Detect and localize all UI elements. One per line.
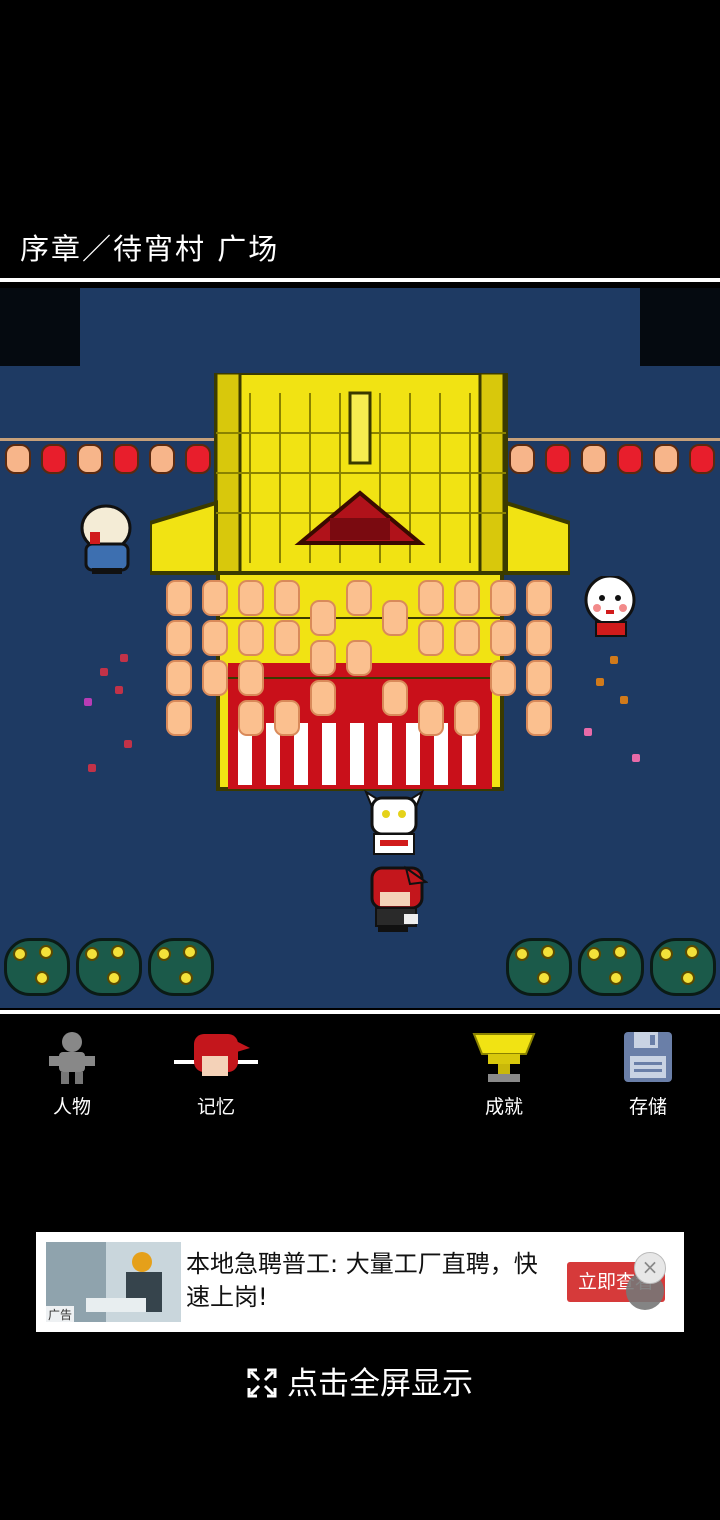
red-hair-portrait-icon bbox=[174, 1034, 258, 1076]
paper-lantern bbox=[526, 700, 552, 736]
lantern bbox=[41, 444, 67, 474]
fullscreen-button[interactable]: 点击全屏显示 bbox=[0, 1358, 720, 1403]
menu-save-label: 存储 bbox=[628, 1096, 667, 1118]
paper-lantern bbox=[526, 580, 552, 616]
flower bbox=[632, 754, 640, 762]
npc-old-man[interactable] bbox=[76, 504, 136, 576]
lantern bbox=[617, 444, 643, 474]
menu-characters-label: 人物 bbox=[52, 1096, 91, 1118]
paper-lantern bbox=[490, 660, 516, 696]
ad-banner[interactable]: 广告 本地急聘普工: 大量工厂直聘，快速上岗! 立即查看 × bbox=[36, 1232, 684, 1332]
paper-lantern bbox=[166, 620, 192, 656]
paper-lantern bbox=[418, 700, 444, 736]
paper-lantern bbox=[166, 660, 192, 696]
paper-lantern bbox=[382, 600, 408, 636]
fullscreen-label: 点击全屏显示 bbox=[287, 1366, 473, 1402]
paper-lantern bbox=[202, 580, 228, 616]
paper-lantern bbox=[238, 620, 264, 656]
paper-lantern bbox=[310, 680, 336, 716]
shrub bbox=[650, 938, 716, 996]
person-icon bbox=[49, 1032, 95, 1084]
paper-lantern bbox=[526, 620, 552, 656]
game-map[interactable] bbox=[0, 288, 720, 1008]
paper-lantern bbox=[202, 620, 228, 656]
paper-lantern bbox=[526, 660, 552, 696]
ad-tag: 广告 bbox=[46, 1306, 75, 1323]
lantern bbox=[653, 444, 679, 474]
tree-top-right bbox=[640, 288, 720, 366]
npc-fox-mask-girl[interactable] bbox=[360, 789, 428, 862]
menu-memories-button[interactable]: 记忆 bbox=[161, 1030, 271, 1119]
paper-lantern bbox=[274, 620, 300, 656]
flower bbox=[84, 698, 92, 706]
paper-lantern bbox=[166, 580, 192, 616]
paper-lantern bbox=[490, 580, 516, 616]
npc-masked-child[interactable] bbox=[580, 574, 640, 646]
tree-top-left bbox=[0, 288, 80, 366]
menu-achievements-label: 成就 bbox=[484, 1096, 523, 1118]
top-divider bbox=[0, 278, 720, 282]
menu-characters-button[interactable]: 人物 bbox=[17, 1030, 127, 1119]
shrub bbox=[506, 938, 572, 996]
flower bbox=[115, 686, 123, 694]
paper-lantern bbox=[274, 700, 300, 736]
paper-lantern bbox=[490, 620, 516, 656]
lantern bbox=[5, 444, 31, 474]
flower bbox=[620, 696, 628, 704]
bottom-divider bbox=[0, 1010, 720, 1014]
shrub bbox=[4, 938, 70, 996]
flower bbox=[584, 728, 592, 736]
flower bbox=[596, 678, 604, 686]
flower bbox=[100, 668, 108, 676]
trophy-icon bbox=[472, 1033, 536, 1082]
paper-lantern bbox=[454, 700, 480, 736]
menu-achievements-button[interactable]: 成就 bbox=[449, 1030, 559, 1119]
player-character[interactable] bbox=[366, 864, 429, 936]
paper-lantern bbox=[454, 620, 480, 656]
expand-icon bbox=[247, 1368, 277, 1398]
menu-memories-label: 记忆 bbox=[196, 1096, 235, 1118]
paper-lantern bbox=[346, 580, 372, 616]
close-icon[interactable]: × bbox=[634, 1252, 666, 1284]
shrub bbox=[76, 938, 142, 996]
flower bbox=[88, 764, 96, 772]
lantern bbox=[689, 444, 715, 474]
lantern bbox=[113, 444, 139, 474]
shrub bbox=[578, 938, 644, 996]
ad-text: 本地急聘普工: 大量工厂直聘，快速上岗! bbox=[186, 1250, 538, 1311]
lantern bbox=[77, 444, 103, 474]
paper-lantern bbox=[346, 640, 372, 676]
paper-lantern bbox=[418, 620, 444, 656]
lantern bbox=[581, 444, 607, 474]
paper-lantern bbox=[274, 580, 300, 616]
flower bbox=[610, 656, 618, 664]
paper-lantern bbox=[418, 580, 444, 616]
flower bbox=[120, 654, 128, 662]
paper-lantern bbox=[238, 580, 264, 616]
flower bbox=[124, 740, 132, 748]
shrub bbox=[148, 938, 214, 996]
floppy-disk-icon bbox=[624, 1032, 672, 1082]
paper-lantern bbox=[454, 580, 480, 616]
paper-lantern bbox=[238, 700, 264, 736]
paper-lantern bbox=[310, 600, 336, 636]
location-title: 序章／待宵村 广场 bbox=[20, 232, 280, 266]
menu-save-button[interactable]: 存储 bbox=[593, 1030, 703, 1119]
paper-lantern bbox=[166, 700, 192, 736]
paper-lantern bbox=[382, 680, 408, 716]
paper-lantern bbox=[238, 660, 264, 696]
paper-lantern bbox=[310, 640, 336, 676]
paper-lantern bbox=[202, 660, 228, 696]
